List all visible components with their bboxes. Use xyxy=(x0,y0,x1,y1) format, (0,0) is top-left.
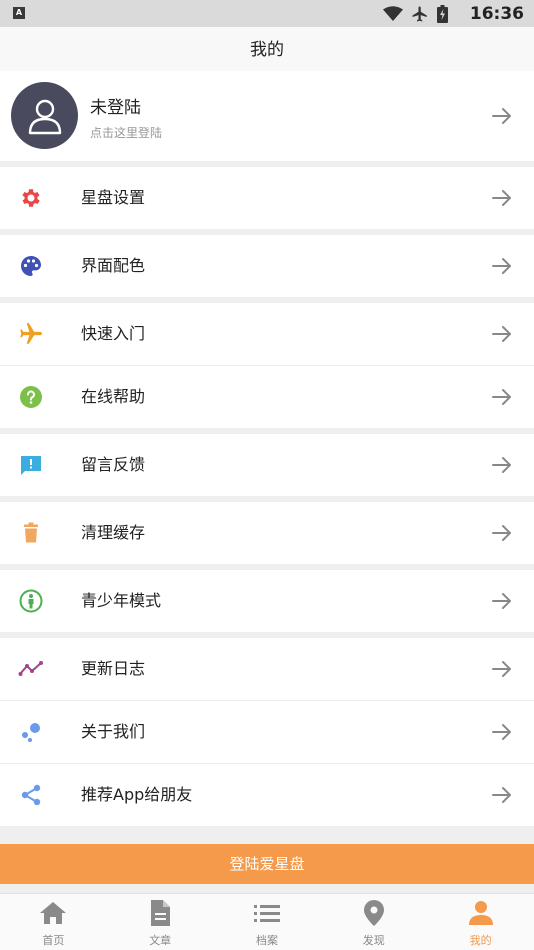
menu-item-label: 更新日志 xyxy=(81,659,146,678)
battery-icon xyxy=(437,5,448,23)
tab-home[interactable]: 首页 xyxy=(0,894,107,950)
arrow-right-icon xyxy=(492,108,511,124)
arrow-right-icon xyxy=(492,593,511,609)
arrow-right-icon xyxy=(492,787,511,803)
feedback-icon xyxy=(18,452,44,478)
arrow-right-icon xyxy=(492,389,511,405)
tab-label: 文章 xyxy=(149,934,172,947)
trend-icon xyxy=(18,656,44,682)
gear-icon xyxy=(18,185,44,211)
menu-item-label: 清理缓存 xyxy=(81,523,146,542)
arrow-right-icon xyxy=(492,525,511,541)
menu-item-label: 星盘设置 xyxy=(81,188,146,207)
avatar xyxy=(11,82,78,149)
arrow-right-icon xyxy=(492,661,511,677)
tab-label: 我的 xyxy=(469,934,492,947)
profile-login-row[interactable]: 未登陆 点击这里登陆 xyxy=(0,71,534,161)
status-bar: A 16:36 xyxy=(0,0,534,27)
palette-icon xyxy=(18,253,44,279)
menu-item-label: 青少年模式 xyxy=(81,591,162,610)
page-title: 我的 xyxy=(250,40,284,60)
location-pin-icon xyxy=(360,899,388,927)
user-avatar-icon xyxy=(28,99,61,134)
menu-item-teen-mode[interactable]: 青少年模式 xyxy=(0,570,534,632)
bottom-tab-bar: 首页 文章 档案 发现 我的 xyxy=(0,893,534,950)
menu-item-label: 快速入门 xyxy=(81,324,146,343)
airplane-icon xyxy=(18,321,44,347)
arrow-right-icon xyxy=(492,258,511,274)
menu-item-share-app[interactable]: 推荐App给朋友 xyxy=(0,764,534,826)
tab-discover[interactable]: 发现 xyxy=(320,894,427,950)
wifi-icon xyxy=(383,6,403,21)
menu-item-online-help[interactable]: 在线帮助 xyxy=(0,366,534,428)
arrow-right-icon xyxy=(492,326,511,342)
menu-item-label: 关于我们 xyxy=(81,722,146,741)
airplane-mode-icon xyxy=(412,6,427,22)
help-circle-icon xyxy=(18,384,44,410)
child-icon xyxy=(18,588,44,614)
share-icon xyxy=(18,782,44,808)
menu-item-feedback[interactable]: 留言反馈 xyxy=(0,434,534,496)
home-icon xyxy=(39,899,67,927)
menu-item-label: 留言反馈 xyxy=(81,455,146,474)
trash-icon xyxy=(18,520,44,546)
notification-indicator: A xyxy=(13,7,25,19)
bubbles-icon xyxy=(18,719,44,745)
profile-name: 未登陆 xyxy=(90,98,141,118)
profile-subtitle: 点击这里登陆 xyxy=(90,126,163,140)
tab-articles[interactable]: 文章 xyxy=(107,894,214,950)
clock: 16:36 xyxy=(469,4,524,24)
login-button[interactable]: 登陆爱星盘 xyxy=(0,844,534,884)
list-icon xyxy=(253,899,281,927)
arrow-right-icon xyxy=(492,190,511,206)
tab-archive[interactable]: 档案 xyxy=(214,894,321,950)
title-bar: 我的 xyxy=(0,27,534,71)
menu-item-chart-settings[interactable]: 星盘设置 xyxy=(0,167,534,229)
menu-item-theme-color[interactable]: 界面配色 xyxy=(0,235,534,297)
menu-item-about-us[interactable]: 关于我们 xyxy=(0,701,534,763)
arrow-right-icon xyxy=(492,457,511,473)
menu-item-changelog[interactable]: 更新日志 xyxy=(0,638,534,700)
menu-item-clear-cache[interactable]: 清理缓存 xyxy=(0,502,534,564)
arrow-right-icon xyxy=(492,724,511,740)
person-icon xyxy=(467,899,495,927)
tab-label: 首页 xyxy=(42,934,65,947)
tab-label: 发现 xyxy=(362,934,385,947)
tab-label: 档案 xyxy=(255,934,278,947)
menu-item-label: 在线帮助 xyxy=(81,387,146,406)
tab-mine[interactable]: 我的 xyxy=(427,894,534,950)
menu-item-quick-start[interactable]: 快速入门 xyxy=(0,303,534,365)
menu-item-label: 界面配色 xyxy=(81,256,146,275)
menu-item-label: 推荐App给朋友 xyxy=(81,785,193,804)
document-icon xyxy=(146,899,174,927)
